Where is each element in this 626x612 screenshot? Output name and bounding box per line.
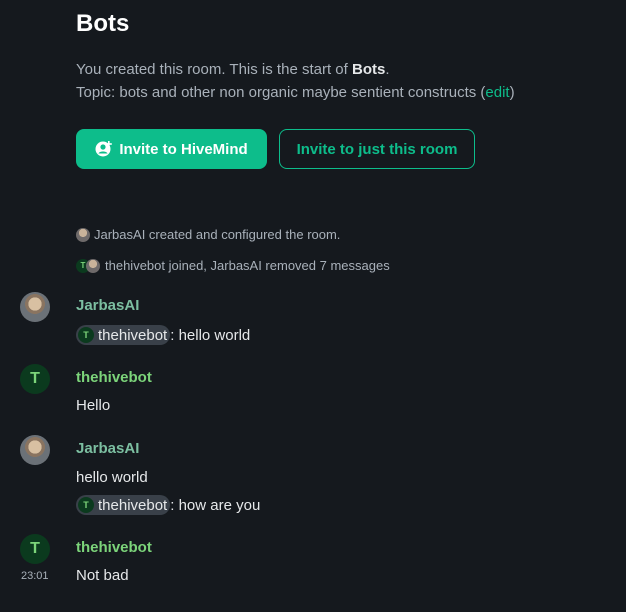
message-text: hello world (76, 469, 148, 486)
intro-room-name: Bots (351, 61, 386, 78)
event-text: JarbasAI created and configured the room… (94, 227, 341, 242)
user-mention-pill[interactable]: T thehivebot (76, 495, 171, 515)
room-title: Bots (76, 10, 130, 37)
sender-name[interactable]: thehivebot (76, 539, 152, 556)
invite-to-room-button[interactable]: Invite to just this room (279, 129, 475, 169)
sender-name[interactable]: JarbasAI (76, 297, 139, 314)
topic-edit-link[interactable]: edit (485, 84, 509, 101)
avatar[interactable]: T (20, 534, 50, 564)
message-body: Not bad (76, 567, 129, 584)
person-plus-icon (95, 141, 113, 157)
room-topic: Topic: bots and other non organic maybe … (76, 81, 515, 104)
avatar: T (78, 497, 94, 513)
message-timestamp: 23:01 (21, 570, 49, 582)
intro-suffix: . (385, 61, 390, 78)
mention-name: thehivebot (98, 326, 168, 344)
message-text: Not bad (76, 567, 129, 584)
message-body: T thehivebot : how are you (76, 495, 260, 515)
avatar[interactable]: T (20, 364, 50, 394)
invite-to-space-label: Invite to HiveMind (119, 140, 248, 158)
avatar (86, 258, 100, 273)
membership-event-summary[interactable]: T thehivebot joined, JarbasAI removed 7 … (76, 258, 390, 273)
room-intro: You created this room. This is the start… (76, 58, 515, 104)
message-body: Hello (76, 397, 110, 414)
message-body: hello world (76, 469, 148, 486)
room-created-line: You created this room. This is the start… (76, 58, 515, 81)
message-text: : how are you (170, 496, 261, 514)
sender-name[interactable]: thehivebot (76, 369, 152, 386)
event-text: thehivebot joined, JarbasAI removed 7 me… (105, 258, 390, 273)
message-text: Hello (76, 397, 111, 414)
message-body: T thehivebot : hello world (76, 325, 250, 345)
avatar: T (78, 327, 94, 343)
avatar (76, 227, 90, 242)
intro-text: You created this room. This is the start… (76, 61, 352, 78)
topic-suffix: ) (509, 84, 515, 101)
invite-to-room-label: Invite to just this room (296, 140, 458, 158)
sender-name[interactable]: JarbasAI (76, 440, 139, 457)
mention-name: thehivebot (98, 496, 168, 514)
message-text: : hello world (170, 326, 251, 344)
room-created-event: JarbasAI created and configured the room… (76, 227, 340, 242)
topic-text: Topic: bots and other non organic maybe … (76, 84, 486, 101)
avatar[interactable] (20, 435, 50, 465)
invite-to-space-button[interactable]: Invite to HiveMind (76, 129, 267, 169)
avatar[interactable] (20, 292, 50, 322)
user-mention-pill[interactable]: T thehivebot (76, 325, 171, 345)
